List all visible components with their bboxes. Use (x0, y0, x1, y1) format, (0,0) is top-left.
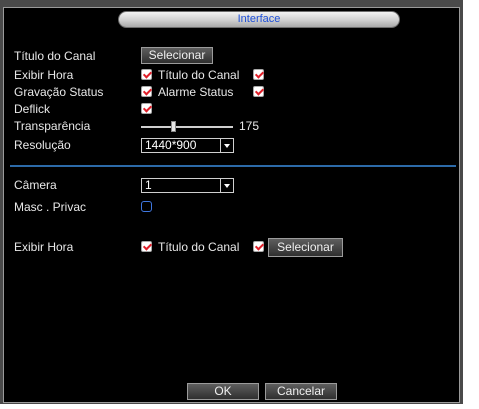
privacy-mask-checkbox[interactable] (141, 201, 152, 212)
record-status-checkbox[interactable] (141, 86, 152, 97)
camera-value: 1 (145, 178, 152, 192)
privacy-mask-label: Masc . Privac (14, 200, 87, 214)
camera-show-time-checkbox[interactable] (141, 241, 152, 252)
titlebar: Interface (4, 8, 459, 30)
ok-button[interactable]: OK (187, 383, 259, 400)
dialog-title: Interface (118, 11, 400, 28)
show-time-checkbox[interactable] (141, 69, 152, 80)
camera-select[interactable]: 1 (141, 178, 234, 193)
show-time-label: Exibir Hora (14, 68, 74, 82)
transparency-slider-thumb[interactable] (171, 121, 177, 132)
cancel-button[interactable]: Cancelar (265, 383, 337, 400)
camera-label: Câmera (14, 178, 57, 192)
camera-show-time-label: Exibir Hora (14, 240, 74, 254)
channel-title-checkbox[interactable] (253, 69, 264, 80)
camera-channel-title-label: Título do Canal (158, 240, 240, 254)
section-divider (10, 165, 456, 167)
channel-select-button[interactable]: Selecionar (141, 47, 213, 64)
camera-select-button[interactable]: Selecionar (268, 238, 343, 257)
record-status-label: Gravação Status (14, 85, 104, 99)
deflick-checkbox[interactable] (141, 103, 152, 114)
transparency-value: 175 (239, 119, 260, 133)
alarm-status-checkbox[interactable] (253, 86, 264, 97)
camera-channel-title-checkbox[interactable] (253, 241, 264, 252)
channel-title-option-label: Título do Canal (158, 68, 240, 82)
transparency-slider-track[interactable] (141, 126, 233, 128)
transparency-label: Transparência (14, 119, 91, 133)
resolution-value: 1440*900 (145, 138, 197, 152)
deflick-label: Deflick (14, 102, 51, 116)
chevron-down-icon[interactable] (220, 139, 233, 152)
interface-dialog: Interface Título do Canal Selecionar Exi… (3, 7, 460, 403)
resolution-select[interactable]: 1440*900 (141, 138, 234, 153)
channel-title-label: Título do Canal (14, 49, 96, 63)
alarm-status-label: Alarme Status (158, 85, 234, 99)
resolution-label: Resolução (14, 138, 71, 152)
chevron-down-icon[interactable] (220, 179, 233, 192)
